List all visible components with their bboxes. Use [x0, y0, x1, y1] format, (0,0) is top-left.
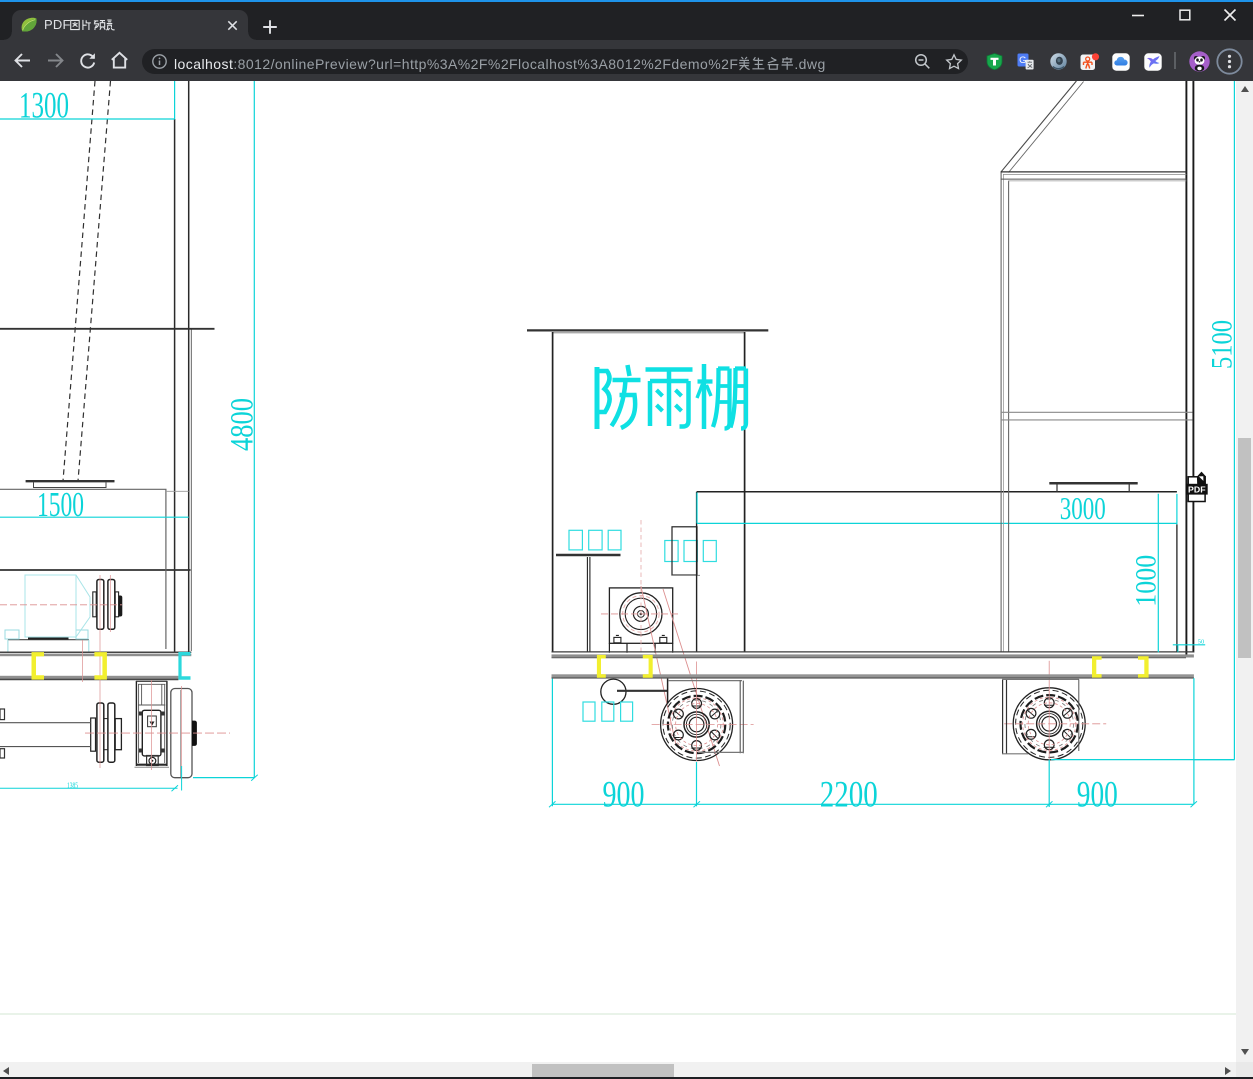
svg-text:900: 900 [1077, 774, 1118, 815]
svg-text:1300: 1300 [19, 86, 69, 127]
svg-text:1000: 1000 [1130, 555, 1163, 607]
svg-text:PDF: PDF [1188, 485, 1206, 495]
svg-text:900: 900 [603, 774, 645, 815]
svg-text:4800: 4800 [225, 398, 261, 451]
svg-text:1500: 1500 [37, 485, 84, 524]
svg-text:G: G [1019, 55, 1026, 66]
svg-text:5100: 5100 [1206, 320, 1239, 369]
svg-text:2200: 2200 [820, 774, 878, 815]
svg-text:50: 50 [1198, 639, 1205, 646]
svg-text:1385: 1385 [67, 781, 78, 790]
svg-text:3000: 3000 [1060, 490, 1106, 526]
